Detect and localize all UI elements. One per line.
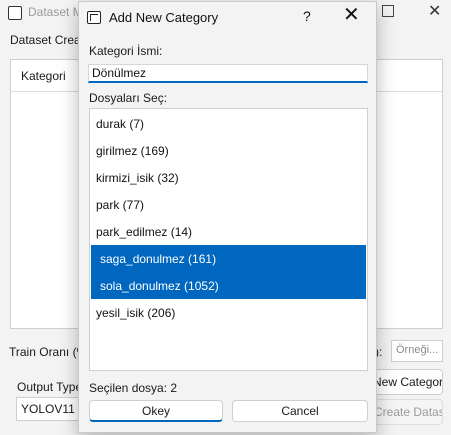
train-ratio-label: Train Oranı (% bbox=[9, 345, 88, 359]
ok-button[interactable]: Okey bbox=[89, 400, 223, 422]
file-list-item-selected[interactable]: sola_donulmez (1052) bbox=[91, 272, 366, 299]
selected-count-label: Seçilen dosya: 2 bbox=[89, 381, 178, 395]
app-window-icon bbox=[8, 6, 22, 20]
dialog-close-icon[interactable]: ✕ bbox=[343, 4, 360, 26]
file-list-item[interactable]: kirmizi_isik (32) bbox=[91, 164, 366, 191]
file-list-item-selected[interactable]: saga_donulmez (161) bbox=[91, 245, 366, 272]
dataset-create-label: Dataset Creat bbox=[10, 33, 85, 47]
help-icon[interactable]: ? bbox=[303, 8, 311, 24]
cancel-button[interactable]: Cancel bbox=[232, 400, 368, 422]
dialog-window-icon bbox=[87, 11, 101, 24]
add-category-button[interactable]: New Category bbox=[368, 369, 443, 395]
file-list-item[interactable]: girilmez (169) bbox=[91, 137, 366, 164]
main-close-icon[interactable]: ✕ bbox=[428, 1, 441, 21]
output-type-select[interactable]: YOLOV11 bbox=[16, 397, 82, 421]
example-input[interactable]: Örneği... bbox=[391, 340, 443, 362]
category-name-input[interactable] bbox=[88, 64, 368, 83]
file-list-item[interactable]: yesil_isik (206) bbox=[91, 299, 366, 326]
select-files-label: Dosyaları Seç: bbox=[89, 91, 168, 105]
add-category-dialog: Add New Category ? ✕ Kategori İsmi: Dosy… bbox=[78, 1, 377, 433]
dialog-titlebar: Add New Category ? ✕ bbox=[79, 2, 376, 32]
output-type-label: Output Type bbox=[17, 380, 83, 394]
main-window-title: Dataset M bbox=[28, 5, 83, 19]
maximize-icon[interactable] bbox=[382, 5, 394, 17]
dialog-title: Add New Category bbox=[109, 10, 219, 25]
file-list-item[interactable]: durak (7) bbox=[91, 110, 366, 137]
file-list-item[interactable]: park_edilmez (14) bbox=[91, 218, 366, 245]
category-column-header[interactable]: Kategori bbox=[21, 69, 66, 83]
create-dataset-button[interactable]: Create Dataset bbox=[368, 399, 443, 425]
file-list[interactable]: durak (7) girilmez (169) kirmizi_isik (3… bbox=[89, 108, 368, 371]
category-name-label: Kategori İsmi: bbox=[89, 44, 163, 58]
file-list-item[interactable]: park (77) bbox=[91, 191, 366, 218]
